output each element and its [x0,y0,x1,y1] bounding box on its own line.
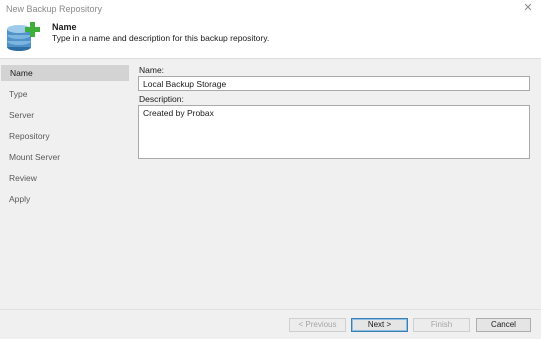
step-description: Type in a name and description for this … [52,33,270,43]
sidebar-item-type[interactable]: Type [0,86,131,102]
wizard-footer: < Previous Next > Finish Cancel [0,309,541,339]
step-title: Name [52,22,77,32]
title-bar: New Backup Repository ✕ [0,0,541,18]
description-field[interactable]: Created by Probax [138,105,530,159]
name-label: Name: [139,65,165,75]
wizard-header: Name Type in a name and description for … [0,18,541,59]
database-add-icon [7,22,40,51]
sidebar-item-review[interactable]: Review [0,170,131,186]
wizard-content: Name: Description: Created by Probax [131,59,541,309]
close-icon[interactable]: ✕ [521,1,535,15]
finish-button[interactable]: Finish [413,318,470,332]
sidebar-item-apply[interactable]: Apply [0,191,131,207]
next-button[interactable]: Next > [351,318,408,332]
sidebar-item-server[interactable]: Server [0,107,131,123]
sidebar-item-name[interactable]: Name [1,65,129,81]
sidebar-item-mount-server[interactable]: Mount Server [0,149,131,165]
cancel-button[interactable]: Cancel [476,318,531,332]
name-field[interactable] [138,76,530,91]
sidebar-item-repository[interactable]: Repository [0,128,131,144]
description-label: Description: [139,94,184,104]
window-title: New Backup Repository [6,4,103,14]
wizard-steps-sidebar: Name Type Server Repository Mount Server… [0,59,131,309]
previous-button[interactable]: < Previous [289,318,346,332]
